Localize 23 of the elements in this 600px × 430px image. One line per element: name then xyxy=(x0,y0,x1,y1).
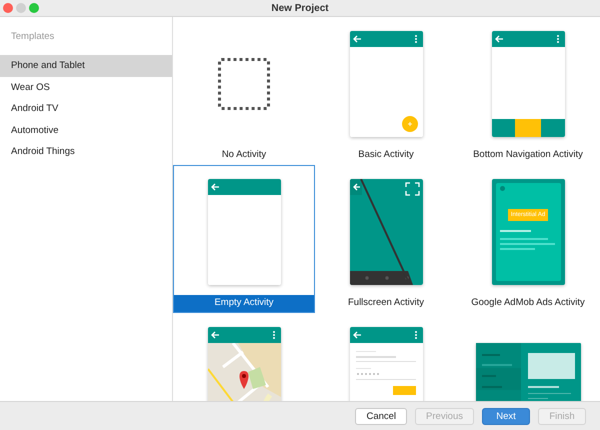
template-card[interactable]: Fullscreen Activity xyxy=(315,165,457,313)
sidebar-item[interactable]: Android TV xyxy=(0,98,172,120)
dotted-square-icon xyxy=(218,58,270,110)
template-card[interactable]: No Activity xyxy=(173,17,315,165)
template-card[interactable]: Empty Activity xyxy=(173,165,315,313)
template-label: Basic Activity xyxy=(357,148,415,162)
template-card[interactable]: Basic Activity xyxy=(315,17,457,165)
template-label: Fullscreen Activity xyxy=(346,296,426,310)
close-icon[interactable] xyxy=(3,3,13,13)
template-label: Google AdMob Ads Activity xyxy=(470,296,586,310)
window-title: New Project xyxy=(271,2,329,14)
sidebar-item[interactable]: Phone and Tablet xyxy=(0,55,172,76)
zoom-icon[interactable] xyxy=(29,3,39,13)
template-card[interactable]: Bottom Navigation Activity xyxy=(457,17,599,165)
sidebar-item[interactable]: Automotive xyxy=(0,120,172,141)
dialog-button[interactable]: Cancel xyxy=(355,408,408,424)
template-label: Bottom Navigation Activity xyxy=(472,148,584,162)
sidebar-item[interactable]: Android Things xyxy=(0,141,172,162)
primary-button[interactable]: Next xyxy=(482,408,530,424)
template-label: Empty Activity xyxy=(174,295,314,312)
sidebar-item[interactable]: Wear OS xyxy=(0,76,172,98)
template-label: No Activity xyxy=(220,148,268,162)
sidebar-heading: Templates xyxy=(10,30,56,44)
